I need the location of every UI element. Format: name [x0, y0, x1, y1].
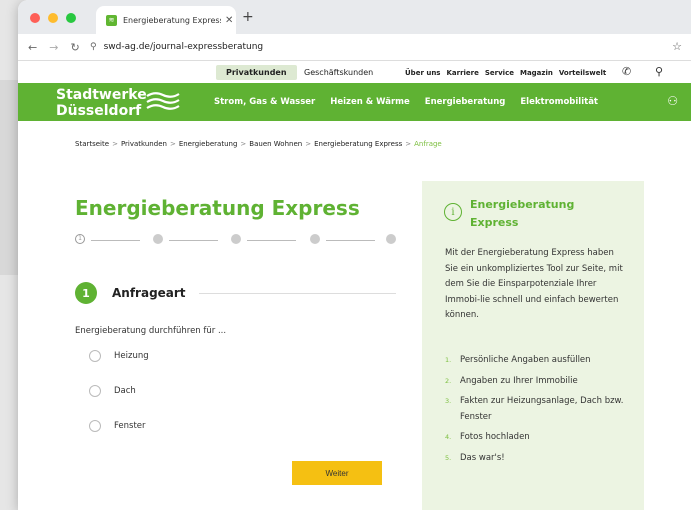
- step-connector: [247, 239, 296, 241]
- phone-icon[interactable]: ✆: [622, 65, 631, 78]
- close-window-button[interactable]: [30, 13, 40, 23]
- logo[interactable]: Stadtwerke Düsseldorf: [56, 87, 147, 119]
- step-connector: [326, 239, 375, 241]
- crumb-privatkunden[interactable]: Privatkunden: [121, 140, 167, 148]
- logo-line-1: Stadtwerke: [56, 87, 147, 103]
- list-item: 5. Das war's!: [445, 451, 625, 467]
- maximize-window-button[interactable]: [66, 13, 76, 23]
- crumb-current: Anfrage: [414, 140, 442, 148]
- step-4-indicator: [310, 234, 320, 244]
- crumb-energieberatung-express[interactable]: Energieberatung Express: [314, 140, 402, 148]
- list-number: 5.: [445, 453, 452, 462]
- list-text: Das war's!: [460, 452, 505, 463]
- info-panel: i Energieberatung Express Mit der Energi…: [422, 181, 644, 510]
- option-label: Heizung: [114, 351, 149, 361]
- utility-links: Über uns Karriere Service Magazin Vortei…: [405, 69, 606, 77]
- minimize-window-button[interactable]: [48, 13, 58, 23]
- browser-tab[interactable]: ≋ Energieberatung Express: Ihr ✕: [96, 6, 236, 34]
- section-title: Anfrageart: [112, 286, 186, 300]
- back-icon[interactable]: ←: [28, 41, 37, 54]
- option-heizung[interactable]: Heizung: [89, 350, 149, 362]
- step-5-indicator: [386, 234, 396, 244]
- window-controls: [30, 13, 76, 23]
- list-text: Angaben zu Ihrer Immobilie: [460, 375, 578, 386]
- option-fenster[interactable]: Fenster: [89, 420, 146, 432]
- link-magazin[interactable]: Magazin: [520, 69, 553, 77]
- url-text: swd-ag.de/journal-expressberatung: [103, 42, 264, 52]
- link-vorteilswelt[interactable]: Vorteilswelt: [559, 69, 606, 77]
- logo-waves-icon: [146, 92, 180, 110]
- breadcrumb: Startseite > Privatkunden > Energieberatung >…: [75, 140, 442, 148]
- list-item: 3. Fakten zur Heizungsanlage, Dach bzw. F…: [445, 394, 625, 425]
- nav-strom-gas-wasser[interactable]: Strom, Gas & Wasser: [214, 97, 315, 107]
- tab-geschaeftskunden[interactable]: Geschäftskunden: [294, 65, 383, 80]
- search-icon[interactable]: ⚲: [655, 65, 663, 78]
- crumb-bauen-wohnen[interactable]: Bauen Wohnen: [249, 140, 302, 148]
- main-navigation-bar: Stadtwerke Düsseldorf Strom, Gas & Wasse…: [18, 83, 691, 121]
- option-dach[interactable]: Dach: [89, 385, 136, 397]
- top-navigation: Privatkunden Geschäftskunden Über uns Ka…: [18, 61, 691, 83]
- radio-dach[interactable]: [89, 385, 101, 397]
- address-bar: ← → ↻ ⚲ swd-ag.de/journal-expressberatun…: [18, 34, 691, 61]
- crumb-energieberatung[interactable]: Energieberatung: [179, 140, 238, 148]
- crumb-startseite[interactable]: Startseite: [75, 140, 109, 148]
- radio-fenster[interactable]: [89, 420, 101, 432]
- nav-heizen-waerme[interactable]: Heizen & Wärme: [330, 97, 410, 107]
- list-item: 2. Angaben zu Ihrer Immobilie: [445, 374, 625, 390]
- user-account-icon[interactable]: ⚇: [667, 94, 678, 108]
- tab-title: Energieberatung Express: Ihr: [123, 15, 221, 25]
- list-number: 1.: [445, 356, 452, 364]
- step-2-indicator: [153, 234, 163, 244]
- weiter-button[interactable]: Weiter: [292, 461, 382, 485]
- radio-heizung[interactable]: [89, 350, 101, 362]
- reload-icon[interactable]: ↻: [70, 41, 79, 54]
- browser-window: ≋ Energieberatung Express: Ihr ✕ + ⌄ ← →…: [18, 0, 691, 510]
- step-1-indicator: 1: [75, 234, 85, 244]
- tab-privatkunden[interactable]: Privatkunden: [216, 65, 297, 80]
- link-service[interactable]: Service: [485, 69, 514, 77]
- url-field[interactable]: ⚲ swd-ag.de/journal-expressberatung: [90, 39, 670, 55]
- progress-stepper: 1: [75, 234, 399, 246]
- list-text: Persönliche Angaben ausfüllen: [460, 355, 591, 365]
- info-title: Energieberatung Express: [470, 198, 575, 229]
- new-tab-icon[interactable]: +: [242, 9, 254, 25]
- info-description: Mit der Energieberatung Express haben Si…: [445, 248, 623, 320]
- link-karriere[interactable]: Karriere: [446, 69, 478, 77]
- list-item: 4. Fotos hochladen: [445, 430, 625, 446]
- close-tab-icon[interactable]: ✕: [225, 15, 233, 26]
- favicon-icon: ≋: [106, 14, 117, 26]
- question-label: Energieberatung durchführen für ...: [75, 326, 227, 336]
- section-divider: [199, 293, 396, 294]
- bookmark-star-icon[interactable]: ☆: [672, 40, 682, 53]
- list-text: Fotos hochladen: [460, 432, 530, 442]
- logo-line-2: Düsseldorf: [56, 103, 142, 119]
- step-3-indicator: [231, 234, 241, 244]
- section-number-badge: 1: [75, 282, 97, 304]
- list-number: 4.: [445, 433, 452, 441]
- list-number: 3.: [445, 397, 452, 405]
- nav-elektromobilitaet[interactable]: Elektromobilität: [520, 97, 598, 107]
- info-steps-list: 1. Persönliche Angaben ausfüllen 2. Angabe…: [445, 353, 625, 471]
- list-text: Fakten zur Heizungsanlage, Dach bzw. Fen…: [460, 396, 624, 422]
- forward-icon[interactable]: →: [49, 41, 58, 54]
- link-ueber-uns[interactable]: Über uns: [405, 69, 440, 77]
- step-connector: [169, 239, 218, 241]
- step-connector: [91, 239, 140, 241]
- site-info-icon[interactable]: ⚲: [90, 42, 97, 52]
- tab-bar: ≋ Energieberatung Express: Ihr ✕ + ⌄: [18, 0, 691, 34]
- main-menu: Strom, Gas & Wasser Heizen & Wärme Energ…: [214, 97, 598, 107]
- option-label: Fenster: [114, 421, 146, 431]
- list-number: 2.: [445, 376, 452, 385]
- list-item: 1. Persönliche Angaben ausfüllen: [445, 353, 625, 369]
- nav-energieberatung[interactable]: Energieberatung: [425, 97, 506, 107]
- info-icon: i: [444, 203, 462, 221]
- option-label: Dach: [114, 386, 136, 396]
- step-1-number: 1: [78, 235, 82, 242]
- page-title: Energieberatung Express: [75, 196, 360, 220]
